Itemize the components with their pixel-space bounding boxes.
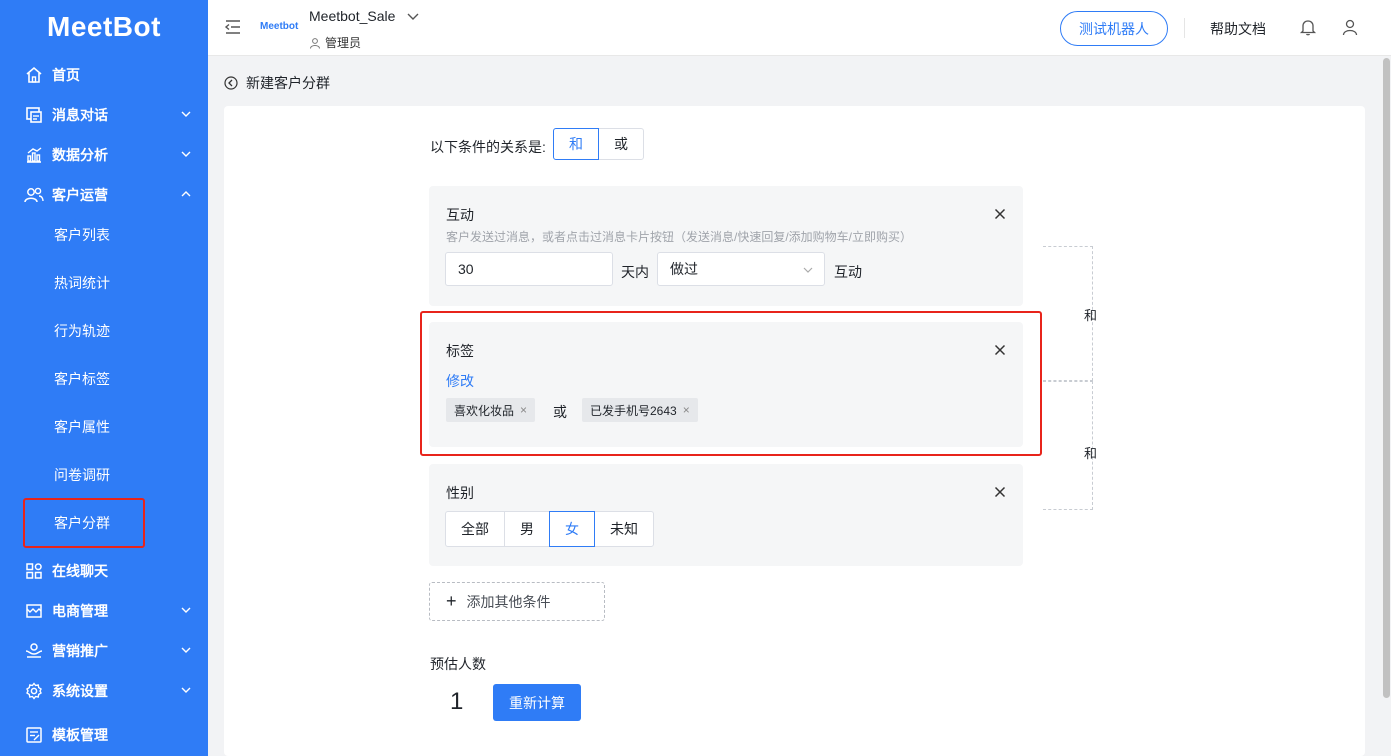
bracket-label[interactable]: 和 xyxy=(1084,305,1097,324)
sidebar-subitem-label: 行为轨迹 xyxy=(54,323,110,339)
apps-icon xyxy=(24,561,44,581)
sidebar-item-settings[interactable]: 系统设置 xyxy=(0,671,208,711)
plus-icon: + xyxy=(446,591,457,611)
user-role: 管理员 xyxy=(309,34,361,51)
close-icon[interactable] xyxy=(994,208,1006,220)
relation-and-button[interactable]: 和 xyxy=(553,128,599,160)
brand-logo-small: Meetbot xyxy=(260,21,299,32)
days-unit-label: 天内 xyxy=(621,264,649,280)
sidebar-item-label: 营销推广 xyxy=(52,643,108,659)
chart-icon xyxy=(24,145,44,165)
user-icon[interactable] xyxy=(1341,18,1359,36)
scrollbar-thumb[interactable] xyxy=(1383,58,1390,698)
sidebar-subitem-label: 客户列表 xyxy=(54,227,110,243)
sidebar-subitem-label: 客户属性 xyxy=(54,419,110,435)
add-condition-button[interactable]: + 添加其他条件 xyxy=(429,582,605,621)
condition-title: 性别 xyxy=(446,485,474,501)
sidebar-item-label: 模板管理 xyxy=(52,727,108,743)
action-select-value: 做过 xyxy=(670,261,698,277)
chevron-down-icon xyxy=(181,151,191,157)
chevron-down-icon xyxy=(803,267,813,273)
sidebar-subitem-label: 热词统计 xyxy=(54,275,110,291)
chevron-down-icon xyxy=(181,687,191,693)
sidebar-subitem-tags[interactable]: 客户标签 xyxy=(0,359,208,399)
sidebar-item-label: 电商管理 xyxy=(52,603,108,619)
sidebar-item-ecommerce[interactable]: 电商管理 xyxy=(0,591,208,631)
condition-title: 互动 xyxy=(446,207,474,223)
help-docs-link[interactable]: 帮助文档 xyxy=(1210,19,1266,39)
close-icon[interactable] xyxy=(994,486,1006,498)
sidebar-item-analytics[interactable]: 数据分析 xyxy=(0,135,208,175)
days-input-value: 30 xyxy=(458,261,474,277)
home-icon xyxy=(24,65,44,85)
megaphone-icon xyxy=(24,641,44,661)
condition-description: 客户发送过消息，或者点击过消息卡片按钮（发送消息/快速回复/添加购物车/立即购买… xyxy=(446,230,913,244)
top-header: Meetbot Meetbot_Sale 管理员 测试机器人 帮助文档 xyxy=(208,0,1391,56)
sidebar-item-label: 首页 xyxy=(52,67,80,83)
shop-icon xyxy=(24,601,44,621)
chevron-down-icon xyxy=(181,607,191,613)
sidebar-subitem-behavior[interactable]: 行为轨迹 xyxy=(0,311,208,351)
sidebar-subitem-label: 问卷调研 xyxy=(54,467,110,483)
sidebar-item-templates[interactable]: 模板管理 xyxy=(0,715,208,755)
sidebar-item-label: 在线聊天 xyxy=(52,563,108,579)
chevron-down-icon xyxy=(181,111,191,117)
highlight-box-tag xyxy=(420,311,1042,456)
logo: MeetBot xyxy=(47,11,161,42)
sidebar-subitem-survey[interactable]: 问卷调研 xyxy=(0,455,208,495)
bell-icon[interactable] xyxy=(1299,18,1317,36)
interaction-suffix: 互动 xyxy=(834,264,862,280)
back-button[interactable]: 新建客户分群 xyxy=(224,73,330,93)
sidebar-subitem-attributes[interactable]: 客户属性 xyxy=(0,407,208,447)
role-label: 管理员 xyxy=(325,36,362,50)
highlight-box-segments xyxy=(23,498,145,548)
estimate-value: 1 xyxy=(450,688,464,715)
add-condition-label: 添加其他条件 xyxy=(466,593,551,610)
action-select[interactable]: 做过 xyxy=(657,252,825,286)
sidebar-subitem-hotwords[interactable]: 热词统计 xyxy=(0,263,208,303)
back-circle-icon xyxy=(224,76,238,90)
recalculate-button[interactable]: 重新计算 xyxy=(493,684,581,721)
relation-toggle: 和 或 xyxy=(553,128,644,160)
chevron-up-icon xyxy=(181,191,191,197)
template-icon xyxy=(24,725,44,745)
estimate-label: 预估人数 xyxy=(430,656,486,672)
bracket-label[interactable]: 和 xyxy=(1084,443,1097,462)
gender-all-button[interactable]: 全部 xyxy=(445,511,505,547)
sidebar: MeetBot 首页 消息对话 数据分析 客户运营 客户列表 热词统计 行为轨迹… xyxy=(0,0,208,756)
gear-icon xyxy=(24,681,44,701)
gender-male-button[interactable]: 男 xyxy=(504,511,550,547)
header-divider xyxy=(1184,18,1185,38)
sidebar-subitem-customer-list[interactable]: 客户列表 xyxy=(0,215,208,255)
message-icon xyxy=(24,105,44,125)
sidebar-item-label: 数据分析 xyxy=(52,147,108,163)
page-title: 新建客户分群 xyxy=(246,75,330,91)
condition-gender: 性别 全部 男 女 未知 xyxy=(429,464,1023,566)
sidebar-item-label: 系统设置 xyxy=(52,683,108,699)
gender-female-button[interactable]: 女 xyxy=(549,511,595,547)
gender-unknown-button[interactable]: 未知 xyxy=(594,511,654,547)
sidebar-item-label: 消息对话 xyxy=(52,107,108,123)
condition-interaction: 互动 客户发送过消息，或者点击过消息卡片按钮（发送消息/快速回复/添加购物车/立… xyxy=(429,186,1023,306)
chevron-down-icon xyxy=(181,647,191,653)
user-icon xyxy=(310,37,320,49)
sidebar-item-marketing[interactable]: 营销推广 xyxy=(0,631,208,671)
menu-fold-icon[interactable] xyxy=(224,18,242,36)
relation-label: 以下条件的关系是: xyxy=(430,139,546,155)
test-bot-button[interactable]: 测试机器人 xyxy=(1060,11,1168,46)
users-icon xyxy=(24,185,44,205)
chevron-down-icon[interactable] xyxy=(406,9,420,23)
relation-or-button[interactable]: 或 xyxy=(598,128,644,160)
sidebar-item-online-chat[interactable]: 在线聊天 xyxy=(0,551,208,591)
days-input[interactable]: 30 xyxy=(445,252,613,286)
sidebar-item-messages[interactable]: 消息对话 xyxy=(0,95,208,135)
sidebar-item-customer-ops[interactable]: 客户运营 xyxy=(0,175,208,215)
sidebar-subitem-label: 客户标签 xyxy=(54,371,110,387)
sidebar-item-label: 客户运营 xyxy=(52,187,108,203)
gender-toggle: 全部 男 女 未知 xyxy=(445,511,654,547)
sidebar-item-home[interactable]: 首页 xyxy=(0,55,208,95)
app-name[interactable]: Meetbot_Sale xyxy=(309,8,395,24)
